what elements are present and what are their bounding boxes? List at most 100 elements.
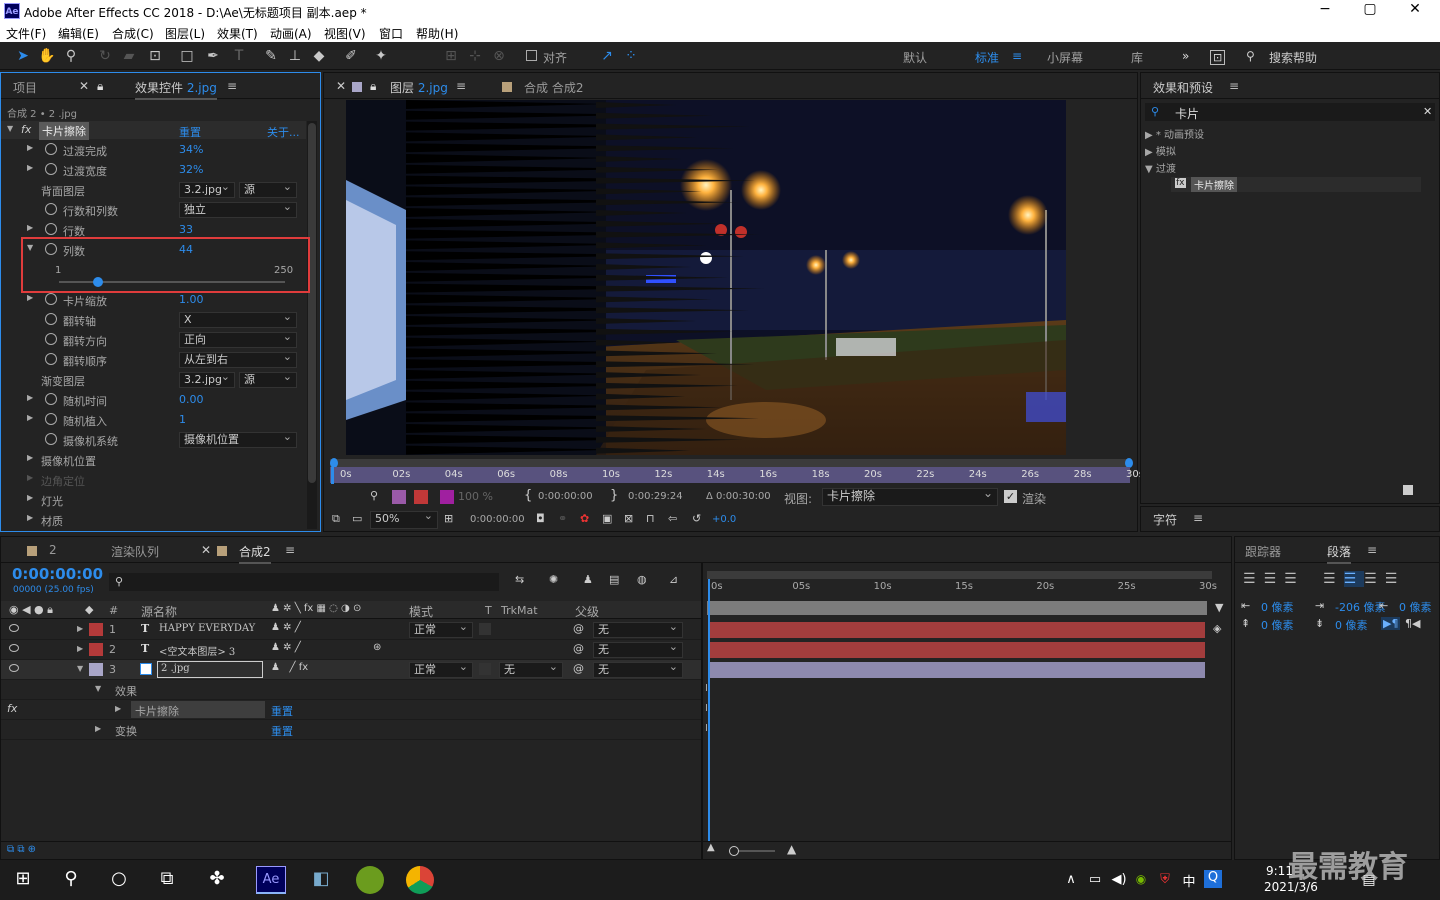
layer-mode-dropdown[interactable]: 正常: [409, 660, 473, 678]
app-icon-2[interactable]: ◧: [308, 868, 334, 892]
menu-composition[interactable]: 合成(C): [112, 25, 154, 42]
ime-indicator[interactable]: 中: [1176, 871, 1202, 895]
panel-menu-icon[interactable]: ≡: [1229, 79, 1239, 93]
align-left-icon[interactable]: ☰: [1243, 571, 1264, 587]
fx-icon[interactable]: fx: [7, 702, 17, 715]
workspace-small-screen[interactable]: 小屏幕: [1047, 49, 1083, 66]
effect-expand-icon[interactable]: ▼: [7, 124, 13, 133]
gradient-source-dropdown[interactable]: 源: [239, 370, 297, 388]
tab-render-queue[interactable]: 渲染队列: [111, 543, 159, 560]
tree-expand-icon[interactable]: ▶: [1145, 130, 1156, 141]
qq-icon[interactable]: Q: [1204, 870, 1222, 888]
panel-menu-icon[interactable]: ≡: [456, 79, 466, 93]
tab-effect-controls[interactable]: 效果控件 2.jpg: [135, 79, 217, 100]
presets-title[interactable]: 效果和预设: [1153, 79, 1213, 96]
col-parent[interactable]: 父级: [575, 603, 599, 620]
hand-tool-icon[interactable]: ✋: [38, 47, 56, 65]
pinwheel-app-icon[interactable]: ✤: [204, 868, 230, 892]
viewer-work-area[interactable]: [330, 458, 1133, 468]
menu-effect[interactable]: 效果(T): [217, 25, 258, 42]
snap-edge-icon[interactable]: ↗: [598, 47, 616, 65]
pick-whip-icon[interactable]: @: [573, 642, 584, 655]
panel-menu-icon[interactable]: ≡: [1367, 543, 1377, 557]
presets-search-box[interactable]: ⚲ 卡片 ✕: [1145, 103, 1435, 121]
exposure-value[interactable]: +0.0: [712, 514, 736, 525]
view-dropdown[interactable]: 卡片擦除: [822, 486, 998, 506]
col-mode[interactable]: 模式: [409, 603, 433, 620]
col-source-name[interactable]: 源名称: [141, 603, 177, 620]
magnification-dropdown[interactable]: 50%: [370, 509, 438, 529]
close-tab-icon[interactable]: ✕: [336, 79, 346, 93]
layer-bar-3[interactable]: [709, 662, 1205, 678]
transparency-grid-icon[interactable]: ⊠: [624, 512, 633, 525]
indent-left-value[interactable]: 0 像素: [1261, 599, 1294, 615]
frame-blending-icon[interactable]: ▤: [609, 573, 619, 586]
zoom-percent[interactable]: 100 %: [458, 490, 493, 503]
chrome-icon[interactable]: [406, 866, 434, 894]
workspace-libraries[interactable]: 库: [1131, 49, 1143, 66]
space-after-value[interactable]: 0 像素: [1335, 617, 1368, 633]
comp-flowchart-icon[interactable]: ⇆: [515, 573, 524, 586]
motion-blur-icon[interactable]: ◍: [637, 573, 647, 586]
tray-chevron-icon[interactable]: ∧: [1058, 872, 1084, 896]
layer-search-input[interactable]: ⚲: [109, 573, 499, 591]
prop-value[interactable]: 33: [179, 223, 193, 236]
close-tab-icon[interactable]: ✕: [201, 543, 211, 557]
clear-search-icon[interactable]: ✕: [1423, 105, 1432, 118]
zoom-slider[interactable]: [729, 846, 775, 856]
in-point-icon[interactable]: {: [524, 488, 532, 503]
expand-icon[interactable]: ▶: [27, 393, 33, 402]
pick-whip-icon[interactable]: @: [573, 622, 584, 635]
prop-value[interactable]: 0.00: [179, 393, 204, 406]
gradient-layer-dropdown[interactable]: 3.2.jpg: [179, 370, 235, 388]
keyframe-marker[interactable]: I: [705, 683, 708, 694]
reset-exposure-icon[interactable]: ↺: [692, 512, 701, 525]
prop-value[interactable]: 34%: [179, 143, 203, 156]
onion-skin-icon[interactable]: ⚲: [370, 489, 378, 502]
tree-transition[interactable]: ▼ 过渡: [1145, 160, 1176, 175]
pan-behind-tool-icon[interactable]: ⊡: [146, 47, 164, 65]
tab-active-comp[interactable]: 合成2: [239, 543, 271, 564]
timeline-side-icon[interactable]: ◈: [1213, 622, 1221, 635]
zoom-out-icon[interactable]: ▲: [707, 842, 715, 853]
align-buttons[interactable]: ☰☰☰: [1243, 571, 1305, 587]
timeline-zoom-end-icon[interactable]: ▼: [1215, 601, 1223, 614]
layer-name[interactable]: HAPPY EVERYDAY: [159, 623, 255, 634]
cortana-icon[interactable]: ○: [106, 868, 132, 892]
expand-icon[interactable]: ▶: [27, 223, 33, 232]
lock-icon[interactable]: 🔒︎: [97, 79, 103, 94]
menu-view[interactable]: 视图(V): [324, 25, 366, 42]
graph-editor-icon[interactable]: ⊿: [669, 573, 678, 586]
expand-icon[interactable]: ▶: [27, 163, 33, 172]
app-icon-3[interactable]: [356, 866, 384, 894]
3d-view-icon[interactable]: ⊓: [646, 512, 655, 525]
expand-icon[interactable]: ▶: [27, 143, 33, 152]
back-layer-source-dropdown[interactable]: 源: [239, 180, 297, 198]
panel-menu-icon[interactable]: ≡: [1193, 511, 1203, 525]
layer-parent-dropdown[interactable]: 无: [593, 640, 683, 658]
justify-all-icon[interactable]: ☰: [1385, 571, 1406, 587]
indent-first-value[interactable]: -206 像素: [1335, 599, 1385, 615]
flip-axis-dropdown[interactable]: X: [179, 310, 297, 328]
zoom-in-icon[interactable]: ▲: [787, 842, 796, 856]
layer-row-1[interactable]: ▶ 1 T HAPPY EVERYDAY ♟ ✲ ╱ 正常 @ 无: [1, 620, 701, 640]
visibility-eye-icon[interactable]: [9, 644, 19, 652]
collapse-icon[interactable]: ▼: [27, 243, 33, 252]
show-snapshot-icon[interactable]: ⚭: [558, 512, 567, 525]
windows-start-icon[interactable]: ⊞: [10, 868, 36, 892]
task-view-icon[interactable]: ⧉: [154, 868, 180, 892]
tab-paragraph[interactable]: 段落: [1327, 543, 1352, 564]
justify-center-icon[interactable]: ☰: [1343, 571, 1365, 587]
hide-shy-icon[interactable]: ♟: [583, 573, 593, 586]
pen-tool-icon[interactable]: ✒: [204, 47, 222, 65]
layer-switches[interactable]: ♟ ✲ ╱: [271, 622, 301, 633]
maximize-button[interactable]: ▢: [1347, 1, 1393, 17]
fx-scrollbar-thumb[interactable]: [308, 123, 316, 483]
preserve-transparency-box[interactable]: [479, 663, 491, 675]
axis-world-icon[interactable]: ⊹: [466, 47, 484, 65]
keyframe-marker[interactable]: I: [705, 723, 708, 734]
panel-menu-icon[interactable]: ≡: [285, 543, 295, 557]
camera-tool-icon[interactable]: ▰: [120, 47, 138, 65]
out-point-icon[interactable]: }: [610, 488, 618, 503]
menu-file[interactable]: 文件(F): [6, 25, 46, 42]
